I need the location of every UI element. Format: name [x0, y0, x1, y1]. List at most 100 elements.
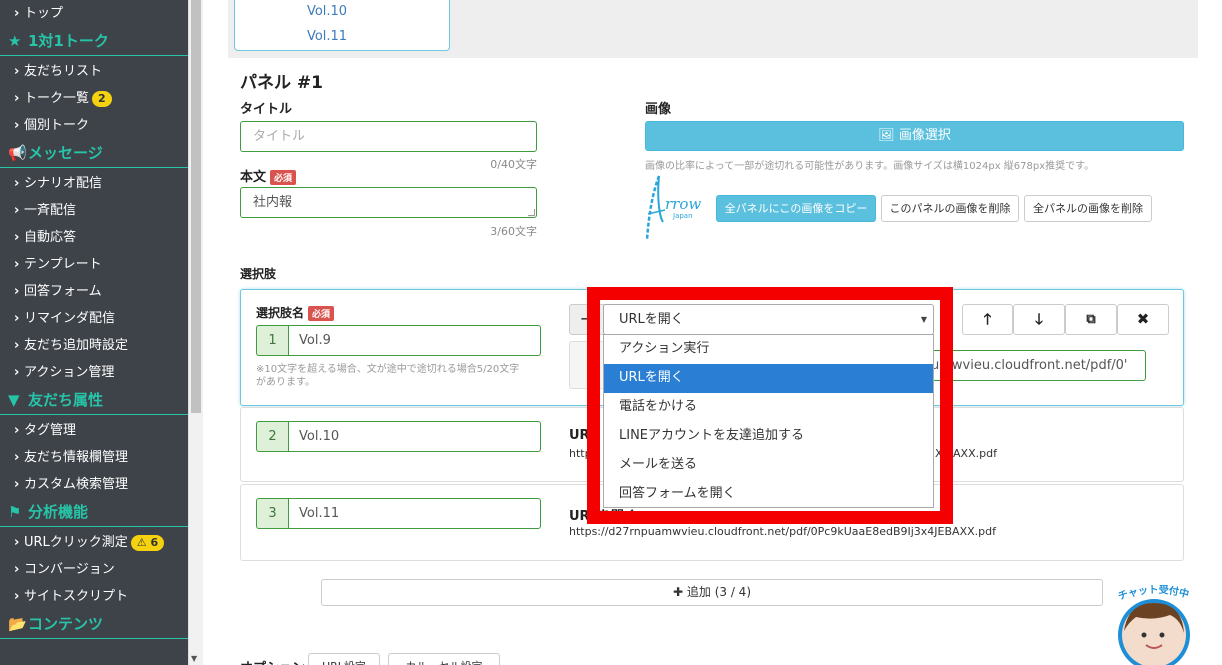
title-input[interactable]: タイトル: [240, 121, 537, 152]
chevron-right-icon: ›: [14, 6, 20, 21]
highlight-box: [587, 287, 953, 524]
sidebar-section[interactable]: ▼ 友だち属性: [0, 386, 188, 415]
flag-icon: ⚑: [8, 503, 22, 521]
sidebar-item-label: 個別トーク: [24, 118, 90, 133]
choice-name-input-2[interactable]: 2 Vol.10: [256, 421, 541, 452]
panel-list-item[interactable]: Vol.11: [205, 29, 449, 44]
choice-name-input-1[interactable]: 1 Vol.9: [256, 325, 541, 356]
sidebar-item[interactable]: › 個別トーク: [0, 112, 188, 139]
choice-name-label: 選択肢名 必須: [256, 304, 335, 321]
sidebar-item[interactable]: › 友だち情報欄管理: [0, 444, 188, 471]
arrow-japan-logo: rrow Japan: [643, 172, 713, 242]
megaphone-icon: 📢: [8, 144, 27, 162]
sidebar-section[interactable]: 📂コンテンツ: [0, 610, 188, 639]
sidebar-item[interactable]: › 自動応答: [0, 224, 188, 251]
sidebar-item[interactable]: › テンプレート: [0, 251, 188, 278]
add-choice-label: 追加 (3 / 4): [686, 585, 751, 599]
resize-handle[interactable]: [528, 209, 535, 216]
sidebar-item-label: サイトスクリプト: [24, 589, 129, 604]
url-input[interactable]: umwvieu.cloudfront.net/pdf/0': [930, 350, 1146, 381]
image-select-button[interactable]: 🖼 画像選択: [645, 121, 1184, 151]
sidebar-item[interactable]: › アクション管理: [0, 359, 188, 386]
choice-name-value[interactable]: Vol.9: [288, 325, 541, 356]
sidebar-item[interactable]: › URLクリック測定 ⚠ 6: [0, 529, 188, 556]
body-label-text: 本文: [240, 170, 267, 185]
delete-this-panel-image-button[interactable]: このパネルの画像を削除: [881, 195, 1019, 222]
chevron-right-icon: ›: [14, 91, 20, 106]
sidebar-item[interactable]: › サイトスクリプト: [0, 583, 188, 610]
chevron-right-icon: ›: [14, 477, 20, 492]
sidebar-item-label: アクション管理: [24, 365, 115, 380]
panel-list[interactable]: Vol.10 Vol.11: [234, 0, 450, 51]
move-up-icon[interactable]: 🡑: [962, 304, 1013, 335]
choice-name-note-line-2: があります。: [256, 377, 315, 388]
body-textarea[interactable]: 社内報: [240, 187, 537, 218]
image-label: 画像: [645, 102, 672, 117]
sidebar-section[interactable]: ⚑ 分析機能: [0, 498, 188, 527]
delete-all-panel-images-button[interactable]: 全パネルの画像を削除: [1024, 195, 1152, 222]
sidebar-item[interactable]: › リマインダ配信: [0, 305, 188, 332]
chevron-right-icon: ›: [14, 589, 20, 604]
chevron-right-icon: ›: [14, 562, 20, 577]
sidebar-item[interactable]: › タグ管理: [0, 417, 188, 444]
url-setting-button[interactable]: URL設定: [308, 653, 380, 665]
chevron-right-icon: ›: [14, 311, 20, 326]
copy-icon[interactable]: ⧉: [1065, 304, 1117, 335]
sidebar-section-label: コンテンツ: [28, 615, 104, 633]
sidebar-item[interactable]: › シナリオ配信: [0, 170, 188, 197]
image-select-label: 画像選択: [898, 128, 951, 143]
chevron-right-icon: ›: [14, 118, 20, 133]
chevron-right-icon: ›: [14, 284, 20, 299]
sidebar-item[interactable]: › 一斉配信: [0, 197, 188, 224]
star-icon: ★: [8, 32, 22, 50]
chevron-right-icon: ›: [14, 535, 20, 550]
sidebar-section-label: 友だち属性: [28, 391, 104, 409]
sidebar-item-label: コンバージョン: [24, 562, 115, 577]
sidebar-section[interactable]: ★ 1対1トーク: [0, 27, 188, 56]
choice-name-value[interactable]: Vol.11: [288, 498, 541, 529]
choice-number: 3: [256, 498, 288, 529]
sidebar-item[interactable]: › トップ: [0, 0, 188, 27]
chevron-right-icon: ›: [14, 365, 20, 380]
close-icon[interactable]: ✖: [1117, 304, 1169, 335]
choice-number: 2: [256, 421, 288, 452]
choice-name-input-3[interactable]: 3 Vol.11: [256, 498, 541, 529]
sidebar-item[interactable]: › 友だちリスト: [0, 58, 188, 85]
sidebar-item[interactable]: › トーク一覧 2: [0, 85, 188, 112]
folder-icon: 📂: [8, 615, 27, 633]
choice-name-label-text: 選択肢名: [256, 306, 305, 320]
plus-icon: ✚: [672, 585, 684, 599]
filter-icon: ▼: [8, 391, 20, 409]
sidebar-item[interactable]: › コンバージョン: [0, 556, 188, 583]
chevron-right-icon: ›: [14, 176, 20, 191]
required-badge: 必須: [270, 170, 297, 185]
move-down-icon[interactable]: 🡓: [1013, 304, 1065, 335]
sidebar-scrollbar-thumb[interactable]: [191, 0, 201, 413]
options-label: オプション: [240, 657, 305, 665]
body-counter: 3/60文字: [490, 225, 537, 238]
sidebar-item[interactable]: › 回答フォーム: [0, 278, 188, 305]
sidebar-section[interactable]: 📢メッセージ: [0, 139, 188, 168]
svg-text:Japan: Japan: [672, 212, 693, 220]
carousel-setting-button[interactable]: カルーセル設定: [388, 653, 500, 665]
panel-heading: パネル #1: [240, 73, 323, 93]
chevron-right-icon: ›: [14, 203, 20, 218]
chevron-right-icon: ›: [14, 64, 20, 79]
title-label: タイトル: [240, 102, 293, 117]
chevron-right-icon: ›: [14, 230, 20, 245]
sidebar-item-label: リマインダ配信: [24, 311, 116, 326]
sidebar-item[interactable]: › カスタム検索管理: [0, 471, 188, 498]
chevron-right-icon: ›: [14, 450, 20, 465]
sidebar: › トップ ★ 1対1トーク › 友だちリスト › トーク一覧 2 › 個別トーク 📢メッセージ › シナ…: [0, 0, 188, 665]
scroll-down-arrow[interactable]: ▼: [191, 654, 197, 663]
copy-to-all-panels-button[interactable]: 全パネルにこの画像をコピー: [716, 195, 876, 222]
sidebar-item-label: 回答フォーム: [24, 284, 102, 299]
chevron-right-icon: ›: [14, 338, 20, 353]
chat-widget[interactable]: チャット受付中: [1098, 583, 1214, 665]
count-badge: 2: [92, 90, 112, 107]
add-choice-button[interactable]: ✚ 追加 (3 / 4): [321, 579, 1103, 606]
choice-name-value[interactable]: Vol.10: [288, 421, 541, 452]
panel-list-item[interactable]: Vol.10: [205, 4, 449, 19]
sidebar-item[interactable]: › 友だち追加時設定: [0, 332, 188, 359]
sidebar-section-label: メッセージ: [28, 144, 103, 162]
